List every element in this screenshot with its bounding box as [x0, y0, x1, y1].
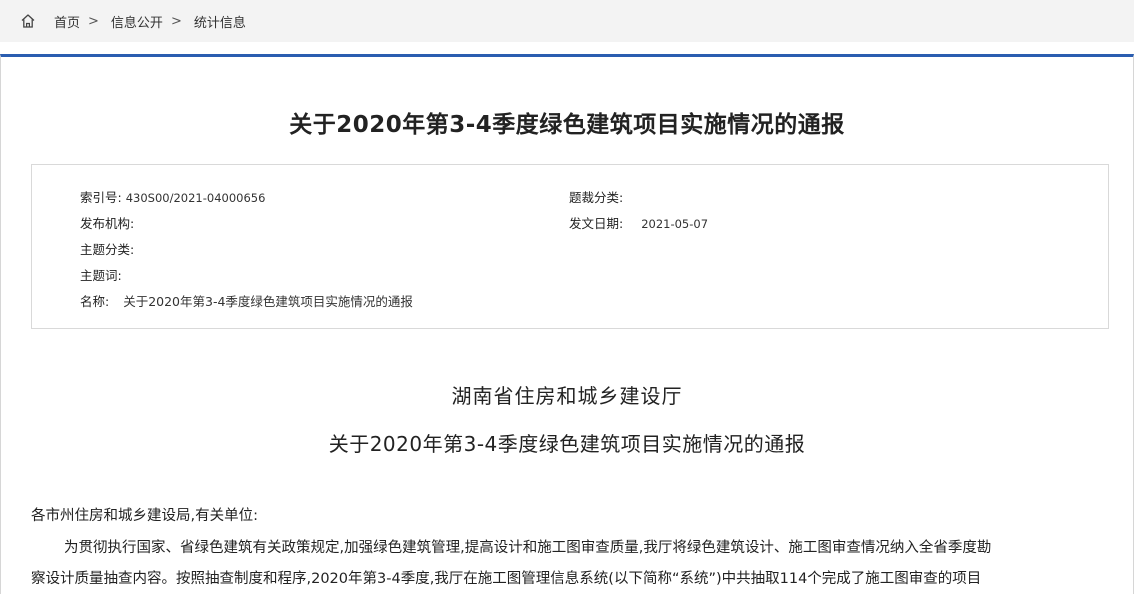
metadata-box: 索引号: 430S00/2021-04000656 题裁分类: 发布机构: 发文… [31, 164, 1109, 329]
meta-name-row: 名称: 关于2020年第3-4季度绿色建筑项目实施情况的通报 [80, 291, 413, 310]
meta-date-value: 2021-05-07 [641, 217, 709, 231]
meta-index-label: 索引号: [80, 190, 122, 205]
meta-topic-row: 主题分类: [80, 239, 134, 258]
breadcrumb: 首页 > 信息公开 > 统计信息 [0, 0, 1134, 42]
meta-keywords-label: 主题词: [80, 268, 122, 283]
breadcrumb-info-public-link[interactable]: 信息公开 [111, 12, 163, 31]
document-paragraph-line: 察设计质量抽查内容。按照抽查制度和程序,2020年第3-4季度,我厅在施工图管理… [31, 571, 982, 587]
meta-date-label: 发文日期: [569, 216, 624, 231]
meta-date-row: 发文日期: 2021-05-07 [569, 213, 708, 232]
meta-publisher-label: 发布机构: [80, 216, 135, 231]
document-issuer: 湖南省住房和城乡建设厅 [451, 384, 683, 408]
meta-keywords-row: 主题词: [80, 265, 122, 284]
document-salutation: 各市州住房和城乡建设局,有关单位: [31, 508, 258, 524]
home-icon[interactable] [20, 13, 36, 29]
meta-publisher-row: 发布机构: [80, 213, 134, 232]
meta-name-label: 名称: [80, 294, 110, 309]
breadcrumb-statistics-link[interactable]: 统计信息 [194, 12, 246, 31]
meta-index-value: 430S00/2021-04000656 [125, 191, 266, 205]
meta-topic-label: 主题分类: [80, 242, 135, 257]
meta-category-label: 题裁分类: [569, 190, 624, 205]
document-subtitle: 关于2020年第3-4季度绿色建筑项目实施情况的通报 [328, 432, 806, 456]
meta-name-value: 关于2020年第3-4季度绿色建筑项目实施情况的通报 [123, 294, 413, 309]
meta-index-row: 索引号: 430S00/2021-04000656 [80, 187, 265, 206]
document-paragraph-line: 为贯彻执行国家、省绿色建筑有关政策规定,加强绿色建筑管理,提高设计和施工图审查质… [64, 540, 992, 556]
meta-category-row: 题裁分类: [569, 187, 623, 206]
page-title: 关于2020年第3-4季度绿色建筑项目实施情况的通报 [289, 112, 845, 138]
breadcrumb-separator: > [170, 13, 182, 29]
breadcrumb-home-link[interactable]: 首页 [54, 12, 80, 31]
breadcrumb-separator: > [88, 13, 99, 29]
